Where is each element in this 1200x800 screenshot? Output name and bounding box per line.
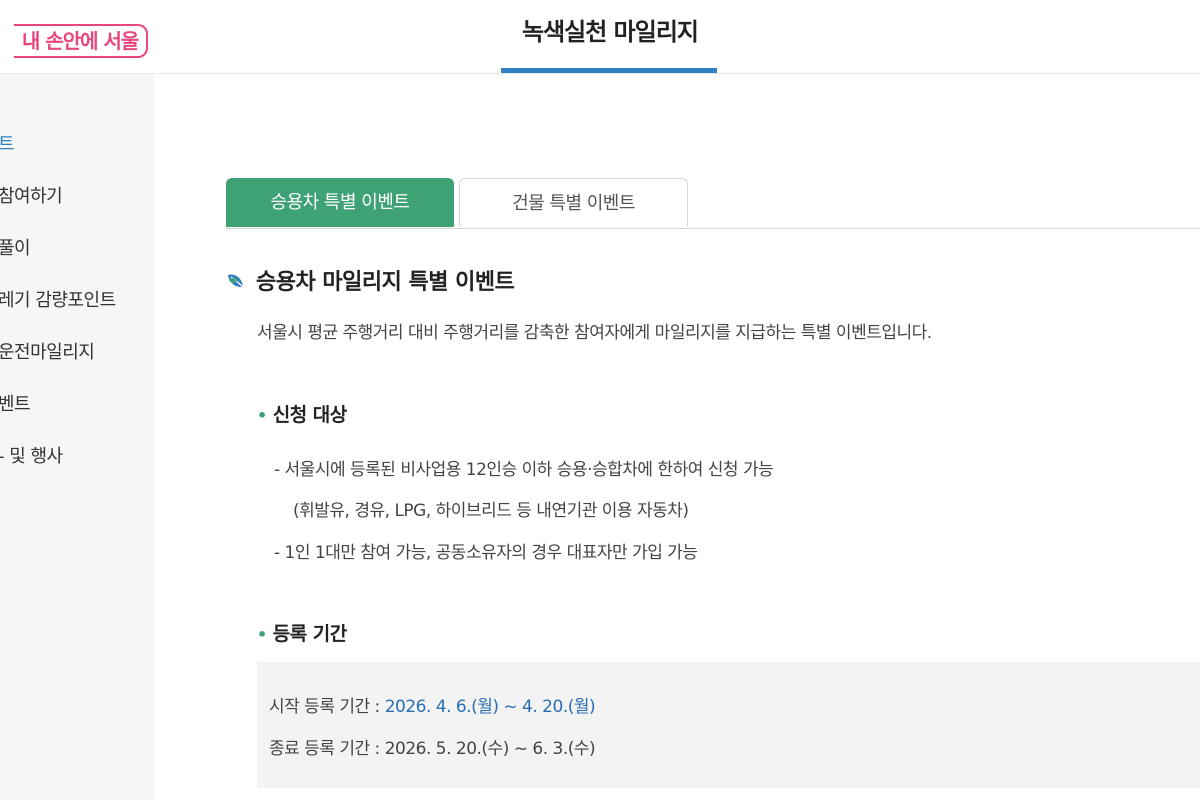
leaf-icon [228, 274, 244, 288]
event-tabs: 승용차 특별 이벤트 건물 특별 이벤트 [226, 178, 1200, 229]
section-heading: 승용차 마일리지 특별 이벤트 [226, 264, 515, 296]
target-line-1: - 서울시에 등록된 비사업용 12인승 이하 승용·승합차에 한하여 신청 가… [274, 460, 774, 480]
target-heading: • 신청 대상 [257, 400, 347, 427]
page-title: 녹색실천 마일리지 [522, 18, 699, 46]
tab-building-event[interactable]: 건물 특별 이벤트 [459, 178, 688, 227]
site-logo[interactable]: 내 손안에 서울 [14, 24, 149, 58]
sidebar-item-quiz[interactable]: 풀이 [0, 234, 31, 260]
section-heading-text: 승용차 마일리지 특별 이벤트 [256, 270, 515, 295]
period-heading: • 등록 기간 [257, 619, 347, 646]
period-heading-text: 등록 기간 [272, 623, 348, 645]
period-end-value: 2026. 5. 20.(수) ~ 6. 3.(수) [384, 739, 596, 759]
period-end-row: 종료 등록 기간 : 2026. 5. 20.(수) ~ 6. 3.(수) [269, 734, 596, 759]
target-line-2: (휘발유, 경유, LPG, 하이브리드 등 내연기관 이용 자동차) [293, 501, 689, 521]
period-start-row: 시작 등록 기간 : 2026. 4. 6.(월) ~ 4. 20.(월) [269, 692, 596, 717]
period-start-value: 2026. 4. 6.(월) ~ 4. 20.(월) [384, 697, 596, 717]
period-info-box: 시작 등록 기간 : 2026. 4. 6.(월) ~ 4. 20.(월) 종료… [257, 662, 1200, 788]
tab-car-event[interactable]: 승용차 특별 이벤트 [226, 178, 454, 227]
target-line-3: - 1인 1대만 참여 가능, 공동소유자의 경우 대표자만 가입 가능 [274, 543, 698, 563]
title-underline [501, 68, 717, 73]
sidebar-item-participate[interactable]: 참여하기 [0, 182, 63, 208]
sidebar-item-event[interactable]: 트 [0, 130, 15, 156]
period-end-label: 종료 등록 기간 : [269, 739, 385, 759]
sidebar-item-waste-points[interactable]: 레기 감량포인트 [0, 286, 116, 312]
bullet-dot-icon: • [257, 625, 267, 644]
section-description: 서울시 평균 주행거리 대비 주행거리를 감축한 참여자에게 마일리지를 지급하… [257, 323, 932, 343]
period-start-label: 시작 등록 기간 : [269, 697, 385, 717]
target-heading-text: 신청 대상 [272, 404, 348, 426]
site-header: 내 손안에 서울 녹색실천 마일리지 [0, 0, 1200, 74]
bullet-dot-icon: • [257, 406, 267, 425]
sidebar-item-driving-mileage[interactable]: 운전마일리지 [0, 338, 95, 364]
sidebar-nav: 트 참여하기 풀이 레기 감량포인트 운전마일리지 벤트 - 및 행사 [0, 74, 154, 800]
sidebar-item-activities[interactable]: - 및 행사 [0, 442, 63, 468]
sidebar-item-events[interactable]: 벤트 [0, 390, 31, 416]
